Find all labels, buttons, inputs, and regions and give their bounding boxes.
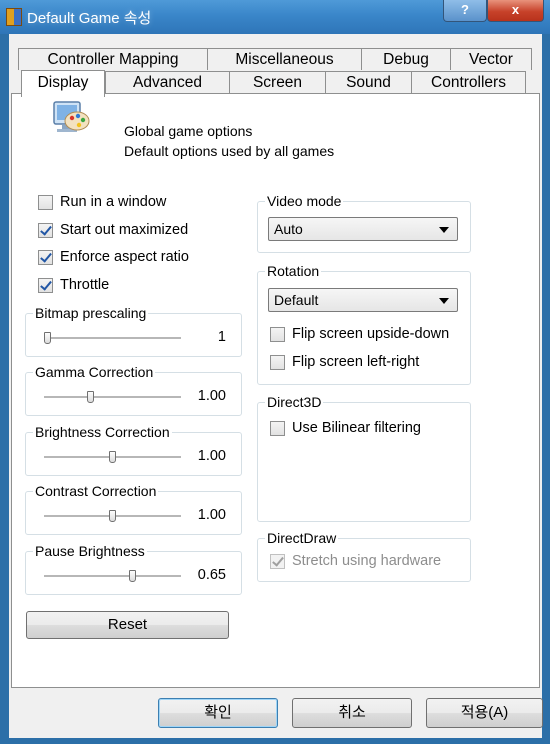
video-mode-select[interactable]: Auto bbox=[268, 217, 458, 241]
title-bar: Default Game 속성 ? x bbox=[0, 0, 550, 34]
header-title: Global game options bbox=[124, 123, 253, 139]
slider-thumb[interactable] bbox=[44, 332, 51, 344]
bilinear-filtering-checkbox[interactable]: Use Bilinear filtering bbox=[270, 420, 421, 436]
checkbox-label: Throttle bbox=[60, 277, 110, 293]
tab-screen[interactable]: Screen bbox=[229, 71, 326, 93]
checkbox-box[interactable] bbox=[38, 249, 53, 265]
checkbox-label: Start out maximized bbox=[60, 222, 189, 238]
slider-track[interactable] bbox=[44, 396, 181, 399]
tab-sound[interactable]: Sound bbox=[325, 71, 412, 93]
group-label: Brightness Correction bbox=[33, 423, 172, 441]
tab-advanced[interactable]: Advanced bbox=[105, 71, 230, 93]
group-label: Rotation bbox=[265, 262, 322, 280]
tab-row-back: Controller Mapping Miscellaneous Debug V… bbox=[18, 48, 532, 70]
stretch-hardware-checkbox: Stretch using hardware bbox=[270, 553, 441, 569]
ok-button[interactable]: 확인 bbox=[158, 698, 278, 728]
header-subtitle: Default options used by all games bbox=[124, 143, 335, 159]
rotation-group: Rotation Default Flip screen upside-down… bbox=[257, 262, 471, 385]
tab-miscellaneous[interactable]: Miscellaneous bbox=[207, 48, 362, 70]
group-label: Gamma Correction bbox=[33, 363, 156, 381]
group-label: Direct3D bbox=[265, 393, 324, 411]
group-label: Video mode bbox=[265, 192, 344, 210]
bitmap-prescaling-group: Bitmap prescaling 1 bbox=[25, 304, 242, 357]
checkbox-box[interactable] bbox=[38, 277, 53, 293]
checkbox-label: Flip screen upside-down bbox=[292, 326, 450, 342]
checkbox-label: Flip screen left-right bbox=[292, 354, 420, 370]
direct3d-group: Direct3D Use Bilinear filtering bbox=[257, 393, 471, 522]
checkbox-box[interactable] bbox=[38, 194, 53, 210]
tab-controller-mapping[interactable]: Controller Mapping bbox=[18, 48, 208, 70]
chevron-down-icon bbox=[439, 227, 449, 233]
checkbox-box[interactable] bbox=[38, 222, 53, 238]
slider-thumb[interactable] bbox=[87, 391, 94, 403]
group-label: Bitmap prescaling bbox=[33, 304, 149, 322]
slider-value: 1 bbox=[217, 329, 226, 345]
slider-value: 1.00 bbox=[197, 507, 226, 523]
monitor-palette-icon bbox=[53, 101, 90, 132]
checkbox-box[interactable] bbox=[270, 420, 285, 436]
select-value: Default bbox=[274, 292, 319, 308]
enforce-aspect-checkbox[interactable]: Enforce aspect ratio bbox=[38, 249, 189, 265]
tab-row-front: Advanced Screen Sound Controllers bbox=[105, 71, 526, 93]
slider-track[interactable] bbox=[44, 337, 181, 340]
tab-controllers[interactable]: Controllers bbox=[411, 71, 526, 93]
flip-upside-down-checkbox[interactable]: Flip screen upside-down bbox=[270, 326, 449, 342]
slider-thumb[interactable] bbox=[109, 451, 116, 463]
tab-debug[interactable]: Debug bbox=[361, 48, 451, 70]
chevron-down-icon bbox=[439, 298, 449, 304]
cancel-button[interactable]: 취소 bbox=[292, 698, 412, 728]
slider-thumb[interactable] bbox=[109, 510, 116, 522]
checkbox-box[interactable] bbox=[270, 326, 285, 342]
close-button[interactable]: x bbox=[487, 0, 544, 22]
flip-left-right-checkbox[interactable]: Flip screen left-right bbox=[270, 354, 419, 370]
select-value: Auto bbox=[274, 221, 303, 237]
video-mode-group: Video mode Auto bbox=[257, 192, 471, 253]
directdraw-group: DirectDraw Stretch using hardware bbox=[257, 529, 471, 582]
checkbox-label: Use Bilinear filtering bbox=[292, 420, 421, 436]
dialog-client: Controller Mapping Miscellaneous Debug V… bbox=[9, 34, 543, 738]
checkbox-box[interactable] bbox=[270, 354, 285, 370]
checkbox-label: Enforce aspect ratio bbox=[60, 249, 189, 265]
tab-vector[interactable]: Vector bbox=[450, 48, 532, 70]
slider-value: 0.65 bbox=[197, 567, 226, 583]
start-maximized-checkbox[interactable]: Start out maximized bbox=[38, 222, 188, 238]
window-title: Default Game 속성 bbox=[27, 10, 152, 27]
throttle-checkbox[interactable]: Throttle bbox=[38, 277, 109, 293]
slider-value: 1.00 bbox=[197, 388, 226, 404]
gamma-correction-group: Gamma Correction 1.00 bbox=[25, 363, 242, 416]
contrast-correction-group: Contrast Correction 1.00 bbox=[25, 482, 242, 535]
slider-thumb[interactable] bbox=[129, 570, 136, 582]
group-label: DirectDraw bbox=[265, 529, 339, 547]
run-in-window-checkbox[interactable]: Run in a window bbox=[38, 194, 166, 210]
checkbox-box bbox=[270, 553, 285, 569]
pause-brightness-group: Pause Brightness 0.65 bbox=[25, 542, 242, 595]
slider-value: 1.00 bbox=[197, 448, 226, 464]
rotation-select[interactable]: Default bbox=[268, 288, 458, 312]
group-label: Contrast Correction bbox=[33, 482, 159, 500]
checkbox-label: Run in a window bbox=[60, 194, 167, 210]
reset-button[interactable]: Reset bbox=[26, 611, 229, 639]
brightness-correction-group: Brightness Correction 1.00 bbox=[25, 423, 242, 476]
checkbox-label: Stretch using hardware bbox=[292, 553, 442, 569]
group-label: Pause Brightness bbox=[33, 542, 147, 560]
help-button[interactable]: ? bbox=[443, 0, 487, 22]
app-icon bbox=[6, 8, 22, 26]
slider-track[interactable] bbox=[44, 575, 181, 578]
apply-button[interactable]: 적용(A) bbox=[426, 698, 543, 728]
tab-display[interactable]: Display bbox=[21, 70, 105, 97]
